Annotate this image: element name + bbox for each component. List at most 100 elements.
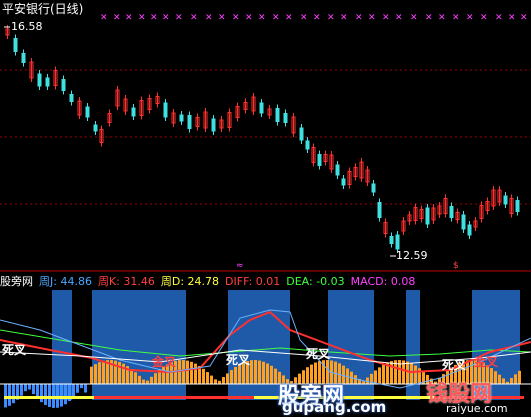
marker: ✕ (113, 13, 121, 23)
candle-body (283, 113, 288, 123)
marker: ✕ (368, 13, 376, 23)
watermark-url: gupang.com (282, 398, 387, 416)
histogram-bar (118, 361, 121, 384)
legend-item: 周D: 24.78 (160, 275, 220, 288)
histogram-bar (234, 367, 237, 384)
candle-body (37, 73, 42, 87)
candle-body (395, 234, 400, 250)
histogram-bar-neg (84, 384, 87, 393)
chart-title: 平安银行(日线) (2, 2, 84, 16)
top-marker-row: ✕ ✕ ✕ ✕ ✕ ✕ ✕ ✕ ✕ ✕ ✕ ✕ ✕ ✕ ✕ ✕ ✕ ✕ ✕ ✕ ✕ ✕ ✕ ✕ ✕ ✕ ✕ ✕ ✕ ✕ ✕ ✕ (100, 13, 528, 23)
histogram-bar (210, 375, 213, 384)
histogram-bar (146, 380, 149, 384)
candle-body (85, 106, 90, 118)
marker: ✕ (125, 13, 133, 23)
candle-body (275, 108, 280, 122)
candle-body (389, 236, 394, 244)
marker: ✕ (313, 13, 321, 23)
histogram-bar (130, 369, 133, 384)
histogram-bar (222, 377, 225, 384)
histogram-bar (254, 360, 257, 384)
histogram-bar (186, 360, 189, 384)
histogram-bar (262, 361, 265, 384)
histogram-bar-neg (48, 384, 51, 407)
candle-body (377, 202, 382, 218)
histogram-bar (250, 360, 253, 384)
marker: ✕ (327, 13, 335, 23)
marker: ✕ (340, 13, 348, 23)
marker: ✕ (425, 13, 433, 23)
histogram-bar (206, 372, 209, 384)
marker: ✕ (190, 13, 198, 23)
histogram-bar-neg (20, 384, 23, 396)
histogram-bar-neg (44, 384, 47, 406)
marker: ✕ (218, 13, 226, 23)
marker: ✕ (382, 13, 390, 23)
histogram-bar-neg (12, 384, 15, 404)
marker: ✕ (285, 13, 293, 23)
candle-body (371, 183, 376, 193)
candle-body (93, 124, 98, 132)
death-cross-label: 死叉 (306, 347, 331, 361)
marker: ✕ (300, 13, 308, 23)
marker: ✕ (100, 13, 108, 23)
candle-body (335, 164, 340, 176)
marker: ✕ (272, 13, 280, 23)
candle-body (21, 53, 26, 63)
candle-body (425, 207, 430, 225)
candle-body (45, 77, 50, 87)
histogram-bar (138, 375, 141, 384)
marker: ✕ (410, 13, 418, 23)
marker: ✕ (232, 13, 240, 23)
watermark-url-secondary: raiyue.com (446, 402, 508, 415)
histogram-bar (182, 360, 185, 384)
candle-body (131, 107, 136, 117)
histogram-bar (214, 379, 217, 384)
candle-body (179, 114, 184, 122)
histogram-bar (102, 360, 105, 384)
candle-body (317, 154, 322, 166)
indicator-legend: 股旁网 周J: 44.86 周K: 31.46 周D: 24.78 DIFF: 0.01… (0, 275, 421, 288)
legend-item: DIFF: 0.01 (225, 275, 281, 288)
histogram-bar-neg (4, 384, 7, 408)
candle-body (259, 102, 264, 114)
histogram-bar (90, 366, 93, 384)
candle-body (503, 195, 508, 205)
histogram-bar-neg (40, 384, 43, 403)
marker: ✕ (205, 13, 213, 23)
candle-body (163, 102, 168, 118)
histogram-bar-neg (28, 384, 31, 390)
death-cross-label: 死叉 (2, 343, 27, 357)
histogram-bar-neg (52, 384, 55, 408)
histogram-bar (190, 361, 193, 384)
marker: ✕ (480, 13, 488, 23)
marker: ✕ (245, 13, 253, 23)
golden-cross-label: 金叉 (474, 355, 499, 369)
histogram-bar-neg (80, 384, 83, 389)
candle-body (461, 214, 466, 230)
svg-text:$: $ (453, 261, 459, 271)
svg-text:≈: ≈ (236, 261, 244, 271)
candle-body (69, 94, 74, 102)
indicator-name: 股旁网 (0, 275, 33, 288)
watermark: 股旁网 gupang.com 钱股网 raiyue.com (276, 376, 531, 417)
candle-body (449, 206, 454, 218)
histogram-bar-neg (60, 384, 63, 407)
histogram-bar (266, 363, 269, 384)
marker: ✕ (175, 13, 183, 23)
histogram-bar-neg (64, 384, 67, 405)
marker: ✕ (162, 13, 170, 23)
price-low-label: 12.59 (396, 249, 428, 262)
marker: ✕ (355, 13, 363, 23)
marker: ✕ (150, 13, 158, 23)
candle-body (515, 200, 520, 212)
marker: ✕ (438, 13, 446, 23)
candle-body (467, 224, 472, 236)
price-high-label: 16.58 (11, 20, 43, 33)
chart-canvas: ✕ ✕ ✕ ✕ ✕ ✕ ✕ ✕ ✕ ✕ ✕ ✕ ✕ ✕ ✕ ✕ ✕ ✕ ✕ ✕ ✕ ✕ ✕ ✕ ✕ ✕ ✕ ✕ ✕ ✕ ✕ ✕ ≈ $ (0, 13, 531, 408)
marker: ✕ (452, 13, 460, 23)
marker: ✕ (258, 13, 266, 23)
candle-body (305, 140, 310, 150)
histogram-bar (202, 368, 205, 384)
candle-body (187, 115, 192, 129)
